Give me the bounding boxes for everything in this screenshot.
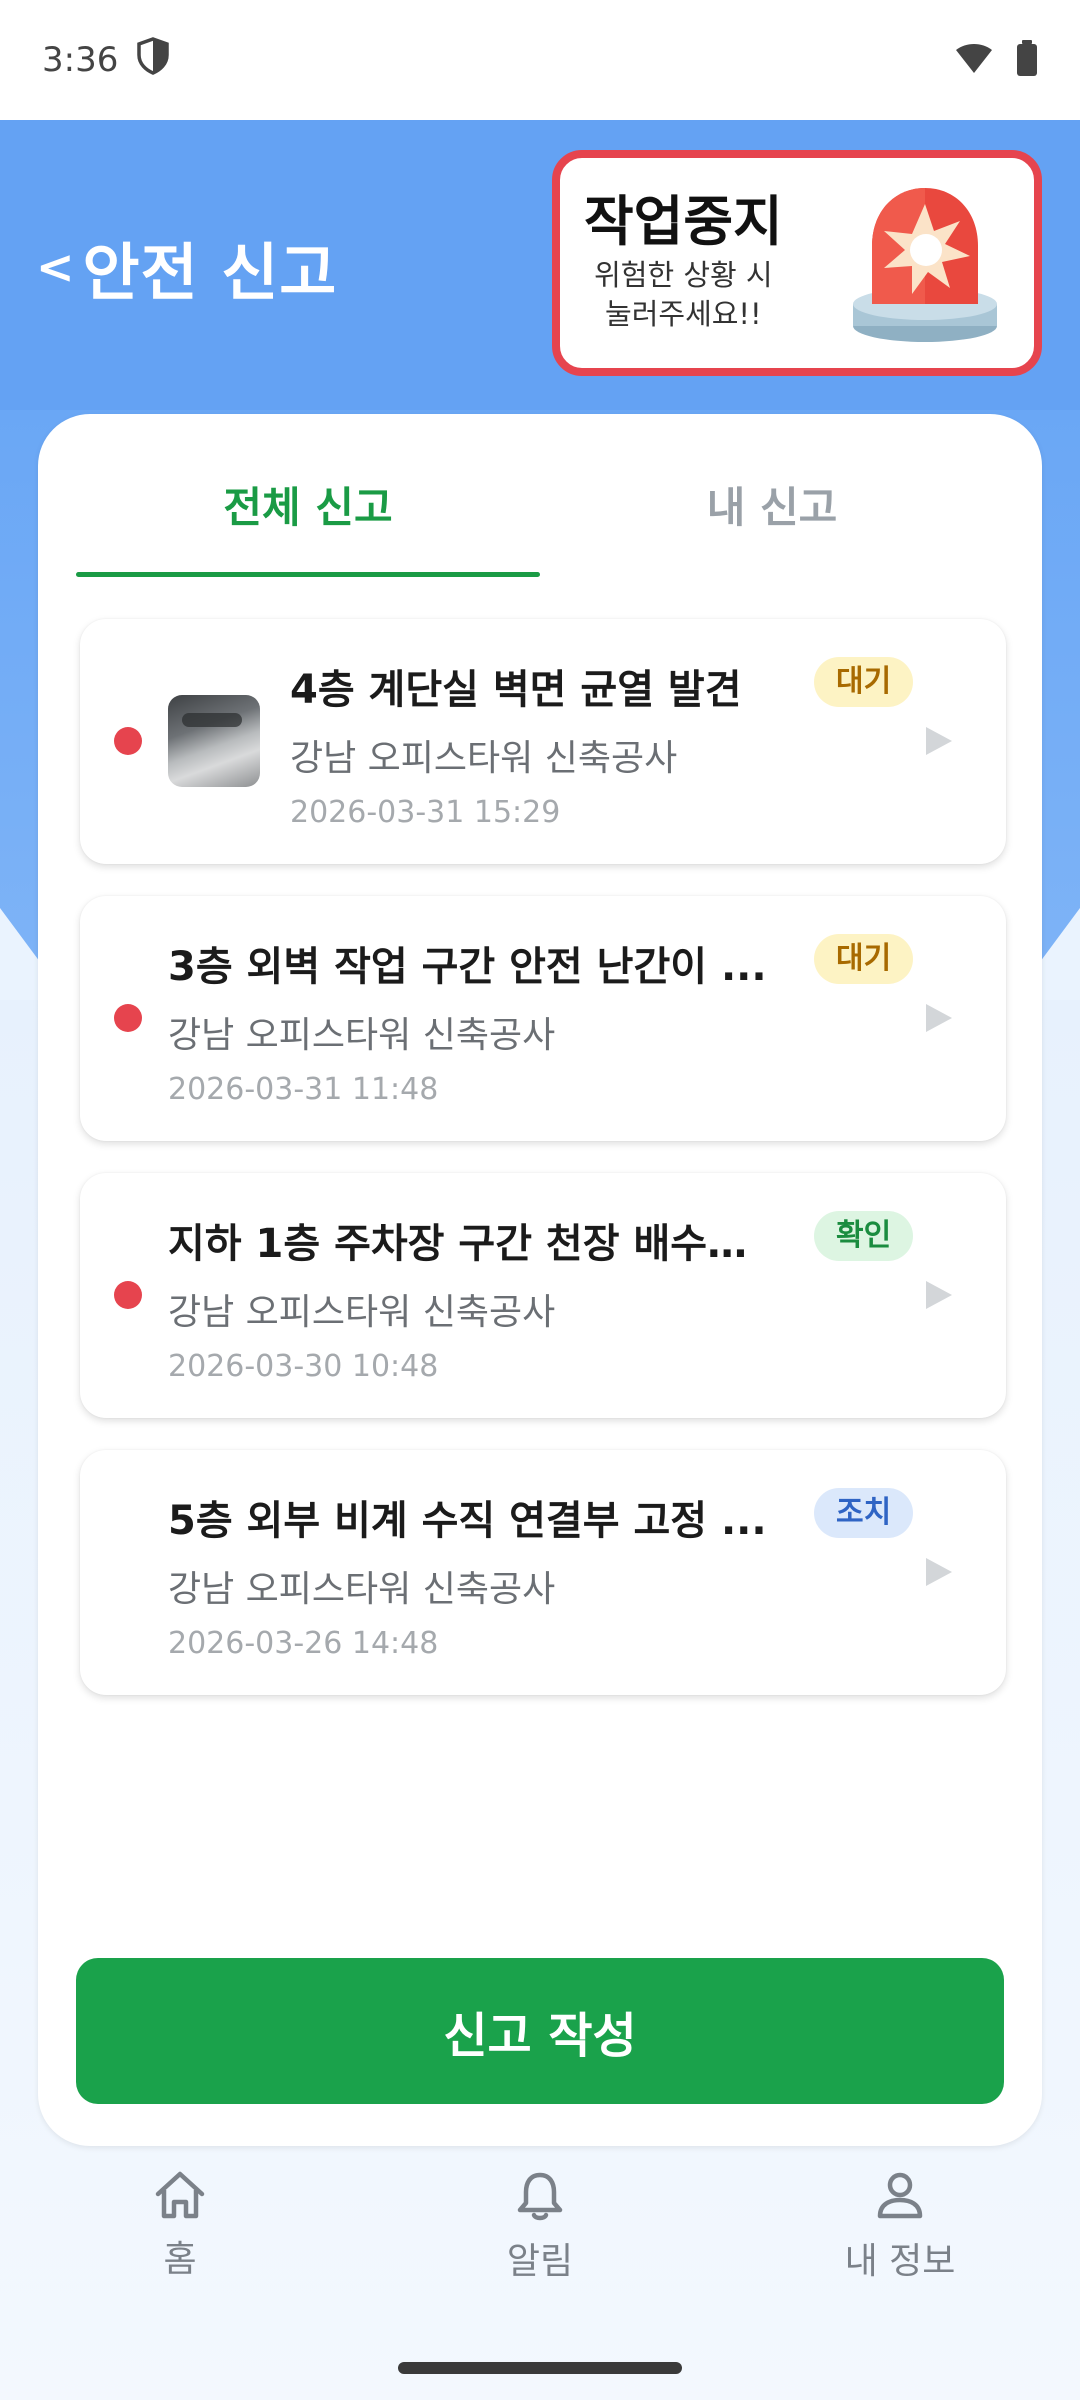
report-datetime: 2026-03-31 11:48 <box>168 1072 439 1107</box>
unread-dot <box>114 727 142 755</box>
nav-home[interactable]: 홈 <box>0 2170 360 2320</box>
tab-indicator <box>76 572 540 577</box>
work-stop-title: 작업중지 <box>584 190 783 254</box>
status-badge: 대기 <box>814 934 914 984</box>
report-title: 3층 외벽 작업 구간 안전 난간이 ... <box>168 944 767 990</box>
work-stop-subtitle-line1: 위험한 상황 시 <box>594 257 773 292</box>
status-right <box>954 40 1038 80</box>
chevron-right-icon <box>926 1004 952 1032</box>
tab-all-reports[interactable]: 전체 신고 <box>76 468 540 548</box>
unread-dot <box>114 1281 142 1309</box>
report-thumbnail <box>168 695 260 787</box>
status-badge: 확인 <box>814 1211 914 1261</box>
siren-icon <box>850 176 1000 350</box>
back-button[interactable]: < 안전 신고 <box>36 222 337 312</box>
status-bar: 3:36 <box>0 0 1080 120</box>
chevron-right-icon <box>926 1558 952 1586</box>
report-datetime: 2026-03-26 14:48 <box>168 1626 439 1661</box>
back-chevron-icon: < <box>36 240 75 294</box>
wifi-icon <box>954 41 994 79</box>
home-icon <box>154 2170 206 2224</box>
gesture-handle[interactable] <box>398 2362 682 2374</box>
work-stop-text: 작업중지 위험한 상황 시 눌러주세요!! <box>584 192 783 334</box>
report-site: 강남 오피스타워 신축공사 <box>168 1292 556 1333</box>
nav-profile-label: 내 정보 <box>844 2241 956 2282</box>
nav-notifications-label: 알림 <box>506 2241 574 2282</box>
battery-icon <box>1016 40 1038 80</box>
report-item[interactable]: 3층 외벽 작업 구간 안전 난간이 ... 강남 오피스타워 신축공사 202… <box>80 896 1006 1141</box>
report-card: 전체 신고 내 신고 4층 계단실 벽면 균열 발견 강남 오피스타워 신축공사… <box>38 414 1042 2146</box>
report-list: 4층 계단실 벽면 균열 발견 강남 오피스타워 신축공사 2026-03-31… <box>80 619 1006 1727</box>
chevron-right-icon <box>926 1281 952 1309</box>
report-datetime: 2026-03-31 15:29 <box>290 795 561 830</box>
report-title: 4층 계단실 벽면 균열 발견 <box>290 667 742 713</box>
report-text: 5층 외부 비계 수직 연결부 고정 ... 강남 오피스타워 신축공사 202… <box>168 1488 778 1661</box>
tab-bar: 전체 신고 내 신고 <box>76 468 1004 548</box>
work-stop-button[interactable]: 작업중지 위험한 상황 시 눌러주세요!! <box>552 150 1042 376</box>
status-left: 3:36 <box>42 36 170 84</box>
report-site: 강남 오피스타워 신축공사 <box>168 1569 556 1610</box>
shield-icon <box>136 36 170 84</box>
screen: 3:36 < 안전 신고 작업중지 위험한 상황 시 눌러주세요!! 전체 신고… <box>0 0 1080 2400</box>
status-time: 3:36 <box>42 40 119 80</box>
report-title: 5층 외부 비계 수직 연결부 고정 ... <box>168 1498 767 1544</box>
status-badge: 대기 <box>814 657 914 707</box>
chevron-right-icon <box>926 727 952 755</box>
page-title: 안전 신고 <box>82 236 338 309</box>
report-site: 강남 오피스타워 신축공사 <box>290 738 678 779</box>
work-stop-subtitle-line2: 눌러주세요!! <box>605 296 762 331</box>
report-item[interactable]: 5층 외부 비계 수직 연결부 고정 ... 강남 오피스타워 신축공사 202… <box>80 1450 1006 1695</box>
tab-my-reports[interactable]: 내 신고 <box>540 468 1004 548</box>
report-item[interactable]: 4층 계단실 벽면 균열 발견 강남 오피스타워 신축공사 2026-03-31… <box>80 619 1006 864</box>
write-report-button[interactable]: 신고 작성 <box>76 1958 1004 2104</box>
nav-notifications[interactable]: 알림 <box>360 2170 720 2320</box>
bottom-nav: 홈 알림 내 정보 <box>0 2170 1080 2320</box>
report-site: 강남 오피스타워 신축공사 <box>168 1015 556 1056</box>
status-badge: 조치 <box>814 1488 914 1538</box>
report-text: 4층 계단실 벽면 균열 발견 강남 오피스타워 신축공사 2026-03-31… <box>290 657 790 830</box>
nav-home-label: 홈 <box>163 2239 197 2280</box>
report-datetime: 2026-03-30 10:48 <box>168 1349 439 1384</box>
nav-profile[interactable]: 내 정보 <box>720 2170 1080 2320</box>
report-item[interactable]: 지하 1층 주차장 구간 천장 배수관... 강남 오피스타워 신축공사 202… <box>80 1173 1006 1418</box>
unread-dot <box>114 1004 142 1032</box>
person-icon <box>874 2170 926 2226</box>
bell-icon <box>514 2170 566 2226</box>
report-text: 지하 1층 주차장 구간 천장 배수관... 강남 오피스타워 신축공사 202… <box>168 1211 778 1384</box>
report-text: 3층 외벽 작업 구간 안전 난간이 ... 강남 오피스타워 신축공사 202… <box>168 934 778 1107</box>
report-title: 지하 1층 주차장 구간 천장 배수관... <box>168 1221 778 1267</box>
